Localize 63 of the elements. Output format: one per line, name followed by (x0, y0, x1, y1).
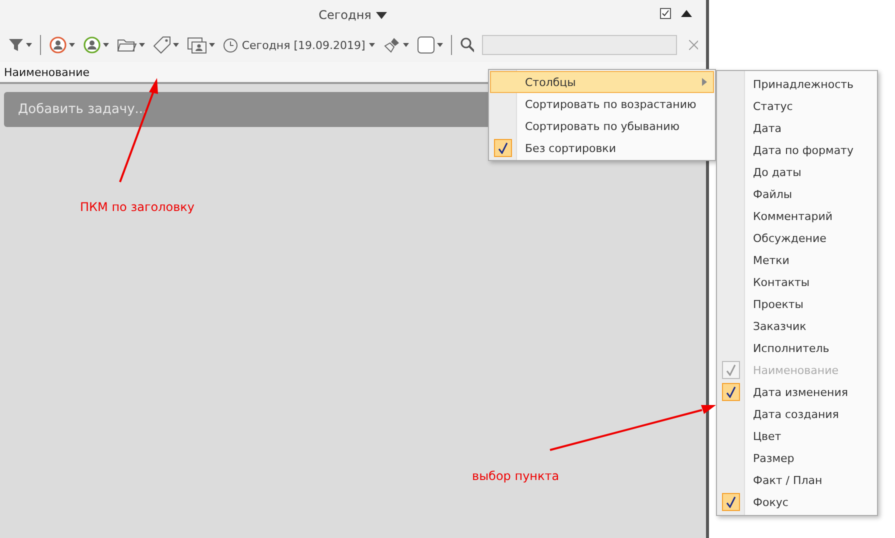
person-icon (82, 36, 101, 54)
clock-icon (222, 38, 238, 52)
menu-item[interactable]: Метки (718, 249, 876, 271)
menu-item[interactable]: Столбцы (490, 71, 714, 93)
column-header[interactable]: Наименование (4, 66, 90, 78)
checkmark-icon (726, 386, 736, 398)
caret-icon (437, 43, 444, 47)
close-icon[interactable] (689, 40, 698, 50)
project-button[interactable] (186, 36, 215, 54)
submenu-arrow-icon (702, 78, 707, 86)
search-field[interactable] (482, 35, 678, 55)
color-button[interactable] (417, 36, 444, 54)
date-button[interactable]: Сегодня [19.09.2019] (222, 38, 376, 52)
search-icon (460, 37, 474, 53)
caret-icon (138, 43, 145, 47)
checkmark-icon (498, 142, 508, 154)
checkbox-icon[interactable] (660, 8, 671, 19)
view-title[interactable]: Сегодня (318, 8, 372, 22)
menu-item[interactable]: Заказчик (718, 315, 876, 337)
menu-item[interactable]: Проекты (718, 293, 876, 315)
caret-icon (68, 43, 75, 47)
tag-icon (152, 36, 171, 54)
caret-icon (403, 43, 410, 47)
folder-button[interactable] (116, 37, 145, 53)
caret-icon (369, 43, 376, 47)
collapse-icon[interactable] (681, 10, 692, 17)
caret-icon (208, 43, 215, 47)
caret-icon (102, 43, 109, 47)
contact-card-icon (186, 36, 207, 54)
checkmark-icon (726, 496, 736, 508)
menu-item[interactable]: Комментарий (718, 205, 876, 227)
assignee-button[interactable] (48, 36, 75, 54)
folder-icon (116, 37, 137, 53)
annotation-text: выбор пункта (472, 469, 560, 483)
menu-item[interactable]: Размер (718, 447, 876, 469)
menu-item[interactable]: Исполнитель (718, 337, 876, 359)
menu-item[interactable]: До даты (718, 161, 876, 183)
menu-item[interactable]: Фокус (718, 491, 876, 513)
caret-icon (26, 43, 32, 47)
checkmark-icon (726, 364, 736, 376)
menu-item[interactable]: Статус (718, 95, 876, 117)
brush-button[interactable] (383, 36, 410, 54)
menu-item[interactable]: Принадлежность (718, 73, 876, 95)
menu-item[interactable]: Дата создания (718, 403, 876, 425)
dropdown-icon[interactable] (376, 12, 388, 18)
menu-item[interactable]: Файлы (718, 183, 876, 205)
menu-item[interactable]: Дата изменения (718, 381, 876, 403)
annotation-text: ПКМ по заголовку (80, 200, 195, 214)
menu-item[interactable]: Дата по формату (718, 139, 876, 161)
menu-item[interactable]: Без сортировки (490, 137, 714, 159)
filter-icon (8, 37, 24, 53)
brush-icon (383, 36, 402, 54)
menu-item[interactable]: Факт / План (718, 469, 876, 491)
caret-icon (172, 43, 179, 47)
menu-item[interactable]: Дата (718, 117, 876, 139)
square-icon (417, 36, 436, 54)
tag-button[interactable] (152, 36, 179, 54)
author-button[interactable] (82, 36, 109, 54)
menu-item[interactable]: Цвет (718, 425, 876, 447)
filter-button[interactable] (8, 37, 32, 53)
person-icon (48, 36, 67, 54)
menu-item[interactable]: Обсуждение (718, 227, 876, 249)
menu-item[interactable]: Контакты (718, 271, 876, 293)
